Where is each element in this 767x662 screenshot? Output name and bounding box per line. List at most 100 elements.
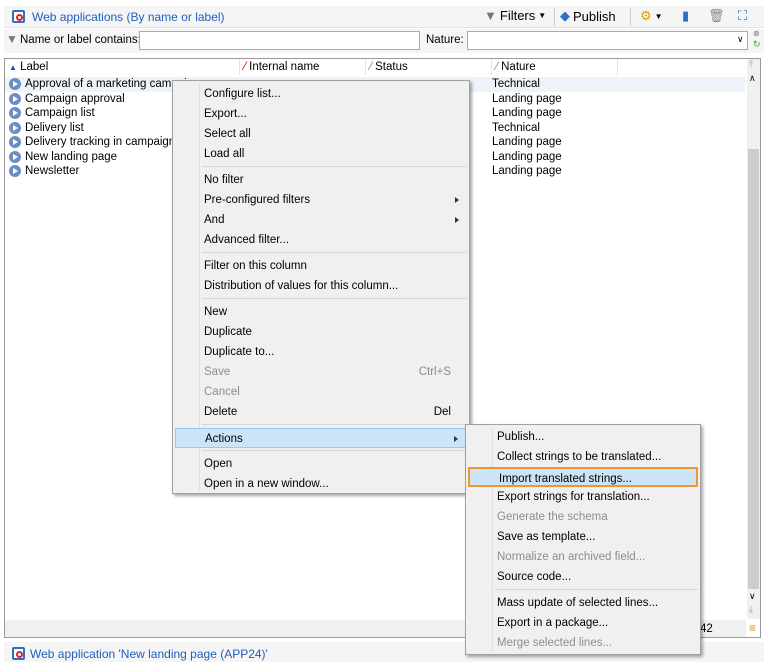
column-header-status[interactable]: ⁄ Status [366, 59, 492, 75]
scroll-bottom-icon[interactable]: ⤓ [749, 604, 753, 615]
cell-label: Newsletter [25, 165, 80, 177]
column-header-internal-name[interactable]: ⁄ Internal name [240, 59, 366, 75]
scroll-down-icon[interactable]: ∨ [749, 591, 756, 602]
actions-submenu: Publish... Collect strings to be translat… [465, 424, 701, 655]
tag-icon: ◆ [560, 8, 570, 23]
menu-item-label: Collect strings to be translated... [497, 451, 662, 463]
clear-icon[interactable]: ⊗ [753, 29, 760, 38]
menu-lines-icon[interactable]: ≡ [749, 621, 756, 635]
name-filter-input[interactable] [139, 31, 420, 50]
menu-item-import-translated-strings[interactable]: Import translated strings... [468, 467, 698, 487]
menu-item-mass-update-of-selected-lines[interactable]: Mass update of selected lines... [468, 593, 698, 613]
actions-gear-button[interactable]: ⚙ ▼ [640, 8, 663, 24]
sort-asc-icon: ▲ [9, 63, 17, 72]
menu-item-duplicate[interactable]: Duplicate [175, 322, 467, 342]
column-header-nature[interactable]: ⁄ Nature [492, 59, 618, 75]
menu-item-label: Export... [204, 108, 247, 120]
shortcut-label: Ctrl+S [418, 366, 451, 378]
menu-item-label: Filter on this column [204, 260, 307, 272]
play-icon [9, 165, 21, 177]
menu-item-open[interactable]: Open [175, 454, 467, 474]
menu-item-label: Distribution of values for this column..… [204, 280, 399, 292]
menu-item-save: Save Ctrl+S [175, 362, 467, 382]
menu-item-distribution-of-values-for-this-column[interactable]: Distribution of values for this column..… [175, 276, 467, 296]
web-app-icon [12, 10, 25, 23]
menu-item-normalize-an-archived-field: Normalize an archived field... [468, 547, 698, 567]
sort-icon: ⁄ [370, 61, 372, 73]
column-header-label[interactable]: ▲ Label [5, 59, 240, 75]
submenu-arrow-icon [455, 197, 459, 203]
menu-item-cancel: Cancel [175, 382, 467, 402]
cell-nature: Landing page [492, 165, 562, 177]
menu-item-label: Publish... [497, 431, 545, 443]
menu-item-export[interactable]: Export... [175, 104, 467, 124]
menu-item-publish[interactable]: Publish... [468, 427, 698, 447]
menu-item-collect-strings-to-be-translated[interactable]: Collect strings to be translated... [468, 447, 698, 467]
menu-item-export-in-a-package[interactable]: Export in a package... [468, 613, 698, 633]
chevron-down-icon[interactable]: ∨ [737, 34, 744, 45]
menu-item-and[interactable]: And [175, 210, 467, 230]
menu-item-advanced-filter[interactable]: Advanced filter... [175, 230, 467, 250]
menu-item-delete[interactable]: Delete Del [175, 402, 467, 422]
cell-nature: Landing page [492, 107, 562, 119]
new-button[interactable]: ▮ [682, 8, 689, 24]
play-icon [9, 92, 21, 105]
menu-item-label: Load all [204, 148, 245, 160]
menu-item-label: Mass update of selected lines... [497, 597, 659, 609]
menu-item-new[interactable]: New [175, 302, 467, 322]
menu-separator [202, 450, 467, 451]
menu-item-select-all[interactable]: Select all [175, 124, 467, 144]
menu-item-duplicate-to[interactable]: Duplicate to... [175, 342, 467, 362]
vertical-scrollbar[interactable]: ⤒ ∧ ∨ ⤓ [747, 59, 760, 619]
nature-select[interactable] [467, 31, 748, 50]
menu-item-label: Normalize an archived field... [497, 551, 646, 563]
filters-button[interactable]: ▼ Filters ▼ [484, 8, 546, 23]
menu-item-no-filter[interactable]: No filter [175, 170, 467, 190]
cell-nature: Landing page [492, 150, 562, 163]
menu-item-actions[interactable]: Actions [175, 428, 467, 448]
funnel-icon: ▼ [484, 8, 497, 23]
menu-item-label: Pre-configured filters [204, 194, 311, 206]
menu-separator [495, 589, 698, 590]
menu-item-label: New [204, 306, 228, 318]
divider [554, 8, 555, 26]
menu-separator [202, 252, 467, 253]
menu-item-label: Actions [205, 433, 243, 445]
submenu-arrow-icon [454, 436, 458, 442]
refresh-icon[interactable]: ↻ [753, 39, 761, 50]
new-document-icon: ▮ [682, 8, 690, 23]
cell-nature: Technical [492, 78, 540, 90]
chevron-down-icon: ▼ [538, 11, 547, 20]
menu-item-export-strings-for-translation[interactable]: Export strings for translation... [468, 487, 698, 507]
menu-item-load-all[interactable]: Load all [175, 144, 467, 164]
nature-filter-label: Nature: [426, 34, 464, 46]
publish-button[interactable]: ◆ Publish [560, 8, 616, 24]
maximize-button[interactable]: ⛶ [738, 8, 747, 24]
menu-item-label: Source code... [497, 571, 572, 583]
menu-item-save-as-template[interactable]: Save as template... [468, 527, 698, 547]
sort-icon: ⁄ [496, 61, 498, 73]
menu-item-label: Open in a new window... [204, 478, 329, 490]
scroll-up-icon[interactable]: ∧ [749, 73, 756, 84]
cell-label: Delivery list [25, 121, 84, 134]
name-filter-label: Name or label contains: [20, 34, 141, 46]
menu-item-label: Duplicate [204, 326, 252, 338]
sort-icon: ⁄ [244, 61, 246, 73]
play-icon [9, 121, 21, 134]
shortcut-label: Del [433, 406, 451, 418]
detail-title: Web application 'New landing page (APP24… [30, 647, 268, 661]
gear-icon: ⚙ [640, 8, 652, 23]
play-icon [9, 136, 21, 148]
menu-item-open-in-a-new-window[interactable]: Open in a new window... [175, 474, 467, 494]
menu-item-pre-configured-filters[interactable]: Pre-configured filters [175, 190, 467, 210]
funnel-icon: ▼ [6, 32, 18, 46]
scrollbar-thumb[interactable] [748, 149, 759, 589]
menu-item-source-code[interactable]: Source code... [468, 567, 698, 587]
menu-item-configure-list[interactable]: Configure list... [175, 84, 467, 104]
menu-item-label: Cancel [204, 386, 240, 398]
menu-item-filter-on-this-column[interactable]: Filter on this column [175, 256, 467, 276]
scroll-top-icon[interactable]: ⤒ [749, 59, 753, 70]
menu-item-merge-selected-lines: Merge selected lines... [468, 633, 698, 653]
delete-button[interactable]: 🗑 [708, 8, 725, 24]
menu-separator [202, 424, 467, 425]
